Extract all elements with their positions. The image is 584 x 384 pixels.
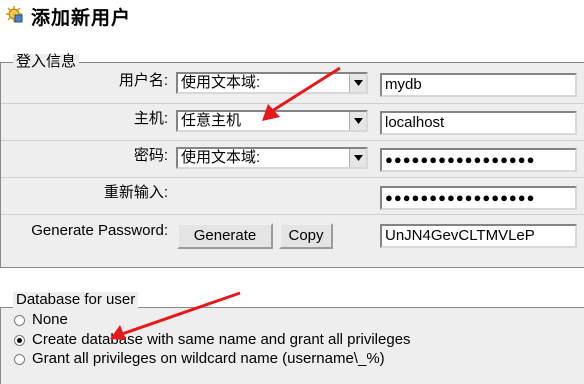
row-divider: [1, 140, 584, 141]
password-input[interactable]: ●●●●●●●●●●●●●●●●●: [380, 148, 577, 172]
generate-button[interactable]: Generate: [177, 223, 273, 249]
row-divider: [1, 214, 584, 215]
username-input[interactable]: mydb: [380, 73, 577, 97]
radio-create-database[interactable]: [14, 335, 25, 346]
host-type-select-value: 任意主机: [181, 112, 242, 129]
password-type-select[interactable]: 使用文本域:: [176, 147, 368, 169]
username-label: 用户名:: [118, 72, 168, 89]
generate-password-label: Generate Password:: [31, 222, 168, 239]
password-label: 密码:: [133, 147, 168, 164]
add-user-icon: [5, 5, 23, 23]
radio-none-label[interactable]: None: [32, 311, 68, 329]
login-info-legend: 登入信息: [13, 54, 80, 70]
radio-grant-wildcard-label[interactable]: Grant all privileges on wildcard name (u…: [32, 350, 385, 368]
host-type-select[interactable]: 任意主机: [176, 110, 368, 132]
username-type-select-value: 使用文本域:: [181, 74, 261, 91]
reenter-password-label: 重新输入:: [103, 184, 168, 201]
row-divider: [1, 103, 584, 104]
generated-password-input[interactable]: UnJN4GevCLTMVLeP: [380, 224, 577, 248]
host-label: 主机:: [133, 110, 168, 127]
row-divider: [1, 177, 584, 178]
chevron-down-icon[interactable]: [349, 149, 366, 167]
radio-none[interactable]: [14, 315, 25, 326]
chevron-down-icon[interactable]: [349, 74, 366, 92]
radio-create-database-label[interactable]: Create database with same name and grant…: [32, 331, 411, 349]
database-for-user-legend: Database for user: [13, 292, 139, 308]
password-type-select-value: 使用文本域:: [181, 149, 261, 166]
reenter-password-input[interactable]: ●●●●●●●●●●●●●●●●●: [380, 186, 577, 210]
radio-grant-wildcard[interactable]: [14, 354, 25, 365]
copy-button[interactable]: Copy: [279, 223, 333, 249]
page-title: 添加新用户: [31, 8, 132, 29]
host-input[interactable]: localhost: [380, 111, 577, 135]
username-type-select[interactable]: 使用文本域:: [176, 72, 368, 94]
chevron-down-icon[interactable]: [349, 112, 366, 130]
